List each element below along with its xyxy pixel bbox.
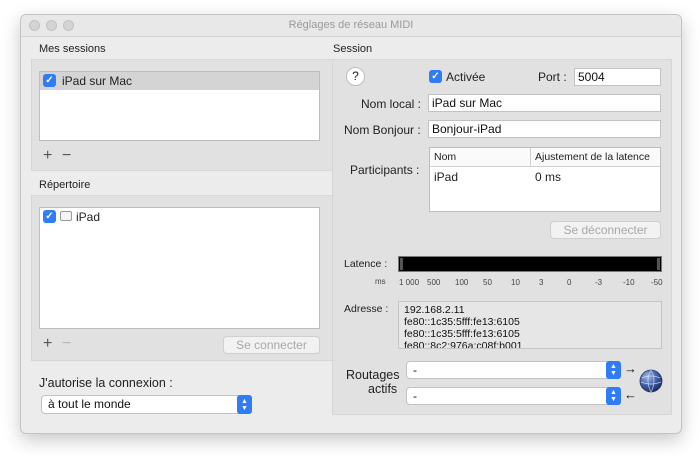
latency-unit: ms bbox=[375, 277, 386, 286]
latency-meter-start-marker bbox=[400, 258, 403, 270]
port-label: Port : bbox=[538, 70, 567, 84]
address-line: fe80::1c35:5fff:fe13:6105 bbox=[404, 316, 520, 328]
directory-list[interactable]: ✓ iPad bbox=[39, 207, 320, 329]
arrow-right-icon: → bbox=[624, 361, 637, 376]
network-globe-icon bbox=[639, 369, 663, 393]
select-stepper-icon: ▲ ▼ bbox=[606, 361, 621, 379]
column-header-latency[interactable]: Ajustement de la latence bbox=[535, 151, 650, 163]
participant-name: iPad bbox=[434, 170, 459, 184]
participants-header-row: Nom Ajustement de la latence bbox=[430, 148, 660, 167]
routing-out-value: - bbox=[413, 389, 417, 403]
routing-out-select[interactable]: - ▲ ▼ bbox=[406, 387, 621, 405]
sessions-header: Mes sessions bbox=[39, 43, 106, 55]
routing-label-line2: actifs bbox=[368, 382, 398, 396]
latency-label: Latence : bbox=[344, 258, 388, 270]
latency-tick-label: -50 bbox=[651, 278, 663, 287]
latency-tick-label: 3 bbox=[539, 278, 544, 287]
participant-latency: 0 ms bbox=[535, 170, 562, 184]
port-field[interactable]: 5004 bbox=[574, 68, 661, 86]
title-bar: Réglages de réseau MIDI bbox=[21, 15, 681, 37]
latency-tick-label: 50 bbox=[483, 278, 492, 287]
allow-connection-select[interactable]: à tout le monde ▲ ▼ bbox=[41, 395, 252, 414]
remove-session-button[interactable]: − bbox=[62, 148, 71, 164]
address-label: Adresse : bbox=[344, 303, 389, 315]
local-name-field[interactable]: iPad sur Mac bbox=[428, 94, 661, 112]
window-title: Réglages de réseau MIDI bbox=[288, 19, 414, 31]
address-line: 192.168.2.11 bbox=[404, 304, 465, 316]
allow-connection-label: J'autorise la connexion : bbox=[39, 376, 173, 390]
directory-header: Répertoire bbox=[39, 179, 91, 191]
address-line: fe80::8c2:976a:c08f:b001 bbox=[404, 340, 523, 349]
bonjour-name-field[interactable]: Bonjour-iPad bbox=[428, 120, 661, 138]
checkbox-icon[interactable]: ✓ bbox=[43, 210, 56, 223]
latency-tick-label: 500 bbox=[427, 278, 441, 287]
disconnect-button[interactable]: Se déconnecter bbox=[550, 221, 661, 239]
latency-tick-label: 10 bbox=[511, 278, 520, 287]
list-item[interactable]: ✓ iPad sur Mac bbox=[40, 72, 319, 90]
allow-connection-value: à tout le monde bbox=[48, 397, 131, 411]
latency-tick-label: -3 bbox=[595, 278, 603, 287]
enabled-checkbox-icon[interactable]: ✓ bbox=[429, 70, 442, 83]
address-line: fe80::1c35:5fff:fe13:6105 bbox=[404, 328, 520, 340]
column-header-name[interactable]: Nom bbox=[434, 151, 456, 163]
add-directory-button[interactable]: + bbox=[43, 336, 52, 352]
latency-tick-label: 100 bbox=[455, 278, 469, 287]
directory-item-label: iPad bbox=[76, 210, 101, 224]
list-item[interactable]: ✓ iPad bbox=[40, 208, 319, 226]
latency-tick-label: 1 000 bbox=[399, 278, 420, 287]
help-button[interactable]: ? bbox=[346, 67, 365, 86]
local-name-label: Nom local : bbox=[361, 97, 422, 111]
latency-tick-label: 0 bbox=[567, 278, 572, 287]
select-stepper-icon: ▲ ▼ bbox=[606, 387, 621, 405]
latency-meter bbox=[398, 256, 662, 272]
enabled-label: Activée bbox=[446, 70, 486, 84]
latency-meter-end-marker bbox=[657, 258, 660, 270]
address-box: 192.168.2.11 fe80::1c35:5fff:fe13:6105 f… bbox=[398, 301, 662, 349]
routing-in-value: - bbox=[413, 363, 417, 377]
routing-label-line1: Routages bbox=[346, 368, 400, 382]
connect-button[interactable]: Se connecter bbox=[223, 336, 320, 354]
column-divider bbox=[530, 148, 531, 166]
sessions-list[interactable]: ✓ iPad sur Mac bbox=[39, 71, 320, 141]
arrow-left-icon: ← bbox=[624, 387, 637, 402]
ipad-device-icon bbox=[60, 211, 72, 221]
midi-network-window: Réglages de réseau MIDI Mes sessions ✓ i… bbox=[20, 14, 682, 434]
participants-label: Participants : bbox=[350, 163, 420, 177]
session-item-label: iPad sur Mac bbox=[62, 74, 133, 88]
table-row[interactable]: iPad 0 ms bbox=[430, 168, 660, 186]
add-session-button[interactable]: + bbox=[43, 148, 52, 164]
session-header: Session bbox=[333, 43, 373, 55]
participants-table[interactable]: Nom Ajustement de la latence iPad 0 ms bbox=[429, 147, 661, 212]
latency-tick-label: -10 bbox=[623, 278, 635, 287]
remove-directory-button[interactable]: − bbox=[62, 336, 71, 352]
checkbox-icon[interactable]: ✓ bbox=[43, 74, 56, 87]
routing-in-select[interactable]: - ▲ ▼ bbox=[406, 361, 621, 379]
select-stepper-icon: ▲ ▼ bbox=[237, 395, 252, 414]
bonjour-name-label: Nom Bonjour : bbox=[344, 123, 421, 137]
